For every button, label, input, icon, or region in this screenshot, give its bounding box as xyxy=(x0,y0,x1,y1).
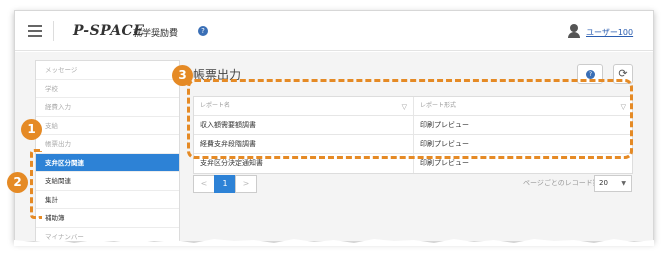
page-1-button[interactable]: 1 xyxy=(214,175,236,193)
hamburger-menu-icon[interactable] xyxy=(28,25,42,37)
annotation-badge-2: 2 xyxy=(7,172,28,193)
annotation-badge-3: 3 xyxy=(172,65,193,86)
user-name-link[interactable]: ユーザー100 xyxy=(586,27,633,38)
help-icon: ? xyxy=(586,70,595,79)
help-icon[interactable]: ? xyxy=(198,26,208,36)
sidebar-item-report-output[interactable]: 帳票出力 xyxy=(36,135,179,154)
sidebar-item-expense-input[interactable]: 経費入力 xyxy=(36,98,179,117)
sidebar-item-classification[interactable]: 支弁区分関連 xyxy=(36,153,179,172)
sidebar-item-subsidiary-ledger[interactable]: 補助簿 xyxy=(36,209,179,228)
annotation-badge-1: 1 xyxy=(21,119,42,140)
annotation-box-table xyxy=(187,79,633,159)
divider xyxy=(53,21,54,41)
top-bar: P-SPACE 就学奨励費 ? ユーザー100 xyxy=(15,11,653,51)
annotation-bracket-menu xyxy=(30,149,42,219)
next-page-button[interactable]: > xyxy=(235,175,257,193)
sidebar: メッセージ 学校 経費入力 支給 帳票出力 支弁区分関連 支給関連 集計 補助簿… xyxy=(35,60,180,241)
prev-page-button[interactable]: < xyxy=(193,175,215,193)
sidebar-item-payment[interactable]: 支給 xyxy=(36,117,179,135)
caret-down-icon: ▼ xyxy=(621,180,626,187)
user-icon xyxy=(567,24,581,38)
pagination: < 1 > xyxy=(193,175,257,193)
sidebar-item-school[interactable]: 学校 xyxy=(36,80,179,98)
sidebar-item-message[interactable]: メッセージ xyxy=(36,61,179,80)
torn-edge xyxy=(14,239,654,246)
sidebar-item-aggregate[interactable]: 集計 xyxy=(36,191,179,209)
records-per-page-label: ページごとのレコード数 xyxy=(523,179,600,187)
records-per-page-select[interactable]: 20 ▼ xyxy=(594,175,632,192)
app-name: 就学奨励費 xyxy=(133,29,179,39)
sidebar-item-payment-related[interactable]: 支給関連 xyxy=(36,172,179,191)
